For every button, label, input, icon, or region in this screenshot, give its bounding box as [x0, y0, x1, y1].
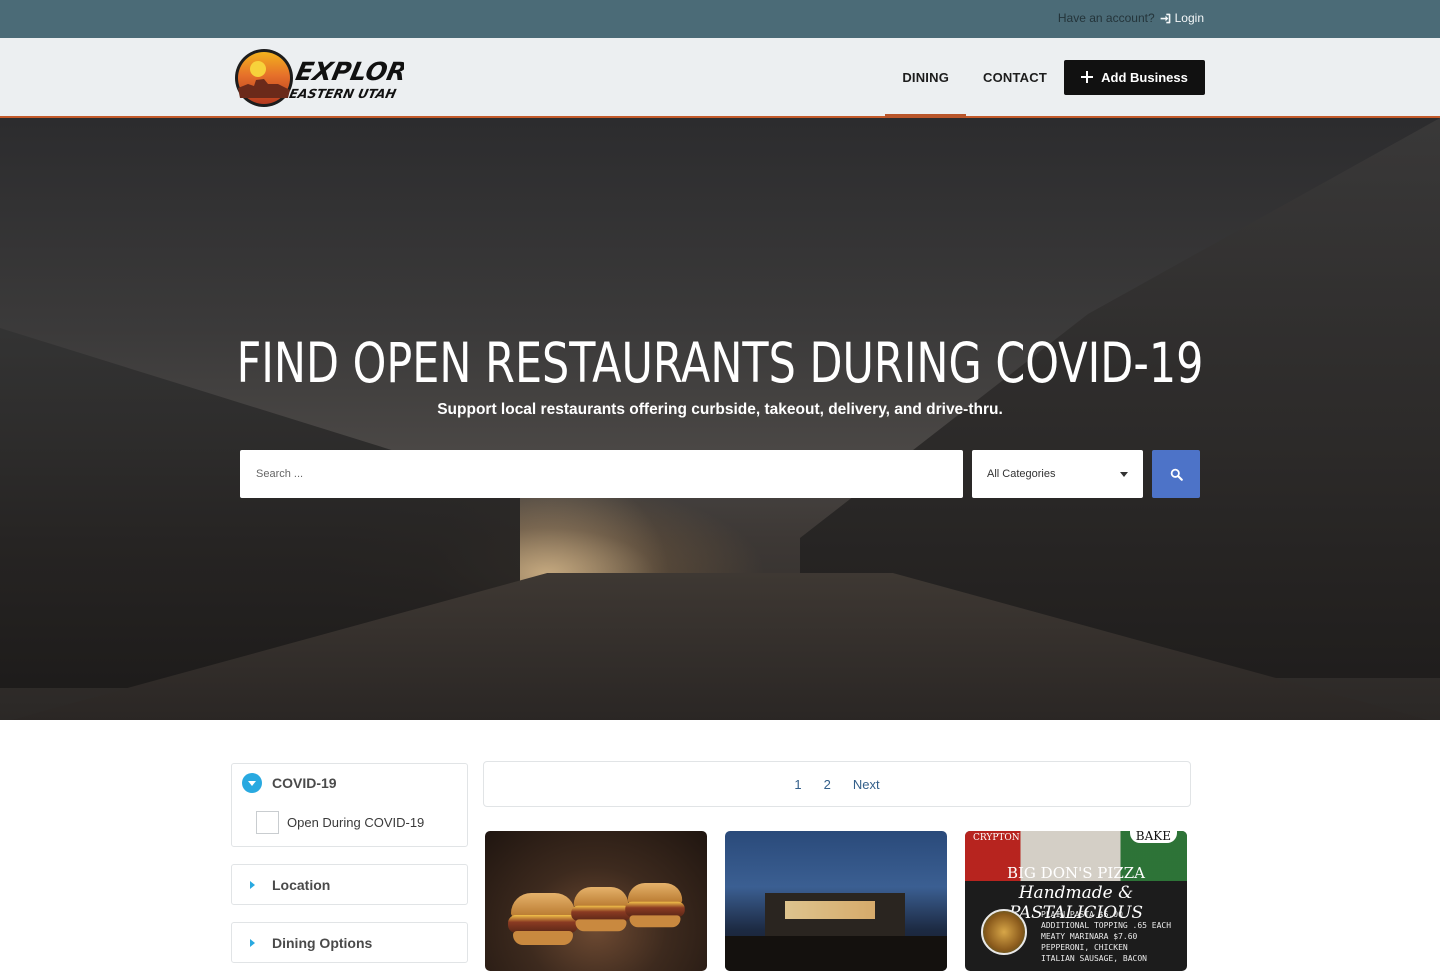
building-lights: [785, 901, 875, 919]
burger-image: [625, 883, 685, 929]
filter-panel-covid: COVID-19 Open During COVID-19: [231, 763, 468, 847]
filter-covid-title: COVID-19: [272, 775, 337, 791]
card-corner-left-text: CRYPTON: [973, 833, 1020, 843]
category-selected-value: All Categories: [987, 468, 1056, 480]
plus-icon: [1081, 71, 1094, 83]
search-icon: [1170, 468, 1183, 481]
caret-right-icon: [242, 933, 262, 953]
main-nav: DINING CONTACT Add Business: [885, 38, 1205, 118]
pizza-seal-image: [981, 909, 1027, 955]
site-logo[interactable]: EXPLORE EASTERN UTAH: [234, 48, 427, 108]
filter-dining-options-header[interactable]: Dining Options: [232, 923, 467, 962]
add-business-label: Add Business: [1101, 69, 1188, 85]
open-during-covid-label[interactable]: Open During COVID-19: [287, 815, 424, 830]
category-select[interactable]: All Categories: [972, 450, 1143, 498]
menu-line: PEPPERONI, CHICKEN: [1041, 943, 1128, 952]
listing-card[interactable]: [725, 831, 947, 971]
menu-line: MEATY MARINARA $7.60: [1041, 932, 1138, 941]
page-link-2[interactable]: 2: [824, 777, 831, 792]
menu-line: ADDITIONAL TOPPING .65 EACH: [1041, 921, 1172, 930]
caret-down-icon: [1120, 471, 1128, 477]
nav-contact[interactable]: CONTACT: [966, 38, 1064, 116]
logo-graphic: EXPLORE EASTERN UTAH: [235, 49, 427, 107]
login-link[interactable]: Login: [1159, 11, 1204, 25]
open-during-covid-checkbox[interactable]: [256, 811, 279, 834]
menu-line: ITALIAN SAUSAGE, BACON: [1041, 954, 1147, 963]
listing-card[interactable]: CRYPTON BAKE BIG DON'S PIZZA Handmade & …: [965, 831, 1187, 971]
next-page-link[interactable]: Next: [853, 777, 880, 792]
pagination: 1 2 Next: [483, 761, 1191, 807]
nav-dining-label: DINING: [902, 69, 950, 85]
hero-title: FIND OPEN RESTAURANTS DURING COVID-19: [236, 331, 1204, 395]
search-bar: All Categories: [240, 450, 1200, 498]
listing-card[interactable]: [485, 831, 707, 971]
caret-right-icon: [242, 875, 262, 895]
filter-covid-body: Open During COVID-19: [232, 802, 467, 846]
filter-dining-options-title: Dining Options: [272, 934, 373, 951]
pizza-menu-text: PLAIN PASTA $5.00 ADDITIONAL TOPPING .65 …: [1041, 909, 1171, 964]
add-business-button[interactable]: Add Business: [1064, 59, 1205, 95]
search-input[interactable]: [240, 450, 963, 498]
filter-panel-location: Location: [231, 864, 468, 905]
logo-text-explore: EXPLORE: [293, 57, 404, 86]
filter-sidebar: COVID-19 Open During COVID-19 Location D…: [231, 763, 468, 980]
page-link-1[interactable]: 1: [794, 777, 801, 792]
card-corner-right-text: BAKE: [1129, 831, 1177, 843]
nav-dining[interactable]: DINING: [885, 38, 966, 118]
hero-banner: FIND OPEN RESTAURANTS DURING COVID-19 Su…: [0, 118, 1440, 720]
filter-covid-header[interactable]: COVID-19: [232, 764, 467, 802]
login-label: Login: [1174, 11, 1204, 25]
search-button[interactable]: [1152, 450, 1200, 498]
filter-location-title: Location: [272, 876, 331, 893]
filter-location-header[interactable]: Location: [232, 865, 467, 904]
site-header: EXPLORE EASTERN UTAH DINING CONTACT Add …: [0, 38, 1440, 118]
street-crowd: [725, 936, 947, 971]
nav-contact-label: CONTACT: [983, 69, 1047, 85]
pizza-title: BIG DON'S PIZZA: [1006, 864, 1145, 882]
sign-in-icon: [1160, 13, 1170, 23]
account-prompt: Have an account?: [1057, 11, 1155, 25]
burger-image: [571, 887, 631, 933]
burger-image: [508, 893, 578, 947]
chevron-down-icon: [242, 773, 262, 793]
logo-text-region: EASTERN UTAH: [288, 86, 398, 101]
hero-subtitle: Support local restaurants offering curbs…: [437, 401, 1003, 418]
top-bar: Have an account? Login: [0, 0, 1440, 38]
account-area: Have an account? Login: [1058, 11, 1204, 25]
filter-panel-dining-options: Dining Options: [231, 922, 468, 963]
menu-line: PLAIN PASTA $5.00: [1041, 910, 1123, 919]
